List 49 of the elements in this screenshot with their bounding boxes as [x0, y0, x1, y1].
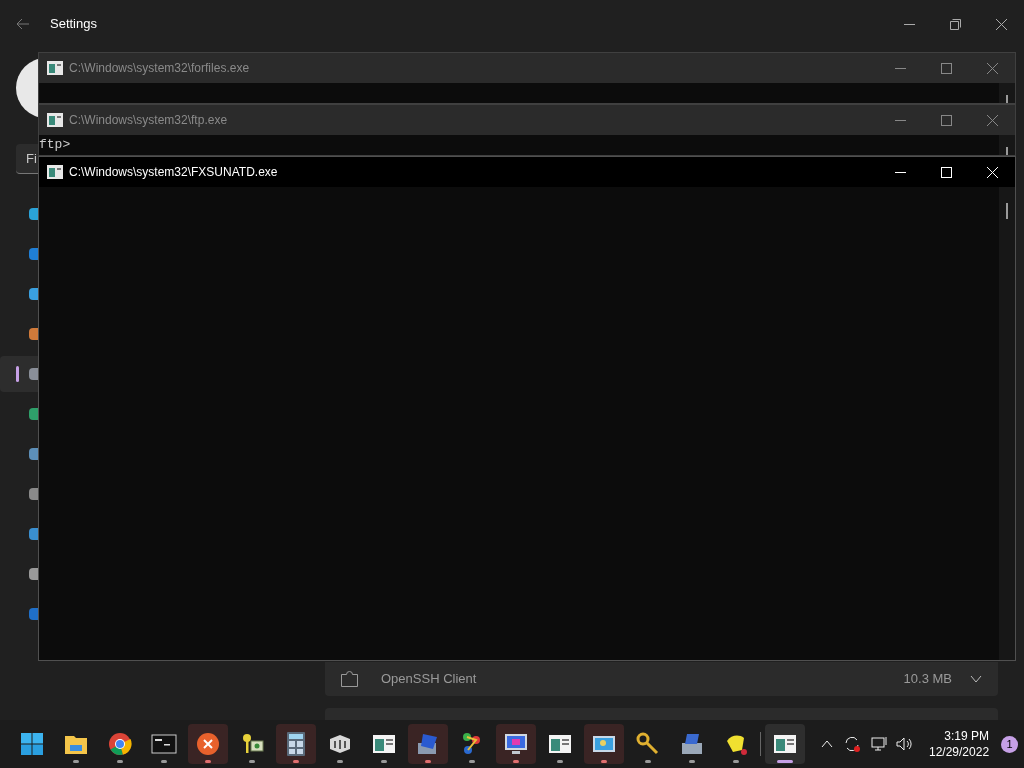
restore-icon: [949, 18, 961, 30]
clock-time: 3:19 PM: [944, 728, 990, 744]
window-title: C:\Windows\system32\ftp.exe: [69, 112, 228, 129]
maximize-icon: [940, 62, 952, 74]
scrollbar-thumb[interactable]: [1006, 95, 1008, 103]
key-icon: [635, 731, 661, 757]
scrollbar-thumb[interactable]: [1006, 203, 1008, 219]
error-icon: [195, 731, 221, 757]
taskbar-app[interactable]: [496, 724, 536, 764]
console-line: ftp>: [39, 136, 71, 154]
taskbar-app[interactable]: [188, 724, 228, 764]
maximize-icon: [940, 166, 952, 178]
close-icon: [986, 166, 998, 178]
feature-name: OpenSSH Client: [381, 670, 477, 689]
back-arrow-icon[interactable]: [16, 18, 30, 30]
selection-indicator: [16, 366, 19, 382]
clock-date: 12/29/2022: [929, 744, 990, 760]
taskbar-app[interactable]: [584, 724, 624, 764]
sync-icon[interactable]: [843, 735, 861, 753]
feature-card[interactable]: OpenSSH Client 10.3 MB: [325, 662, 998, 696]
chevron-icon[interactable]: [970, 675, 982, 683]
taskbar-app[interactable]: [765, 724, 805, 764]
scrollbar[interactable]: [999, 135, 1015, 155]
scrollbar[interactable]: [999, 187, 1015, 660]
close-icon: [986, 114, 998, 126]
taskbar-app[interactable]: [276, 724, 316, 764]
search-field[interactable]: Fi: [16, 144, 38, 174]
window-title: C:\Windows\system32\forfiles.exe: [69, 60, 250, 77]
scrollbar-thumb[interactable]: [1006, 147, 1008, 155]
browser-icon: [107, 731, 133, 757]
console-window-icon: [47, 61, 63, 75]
close-icon: [995, 18, 1007, 30]
network-icon[interactable]: [871, 735, 889, 753]
clock[interactable]: 3:19 PM 12/29/2022: [929, 728, 990, 760]
console-window-icon: [47, 113, 63, 127]
console-window-icon: [47, 165, 63, 179]
feature-size: 10.3 MB: [903, 670, 952, 689]
chevron-up-icon[interactable]: [821, 740, 833, 748]
terminal-icon: [151, 731, 177, 757]
start-icon: [19, 731, 45, 757]
monitor-icon: [503, 731, 529, 757]
window-title: C:\Windows\system32\FXSUNATD.exe: [69, 164, 278, 181]
close-icon: [986, 62, 998, 74]
maximize-icon: [940, 114, 952, 126]
volume-icon[interactable]: [895, 735, 913, 753]
window-title: Settings: [50, 15, 97, 34]
notification-badge[interactable]: 1: [1001, 735, 1019, 753]
scrollbar[interactable]: [999, 83, 1015, 103]
printer-icon: [679, 731, 705, 757]
